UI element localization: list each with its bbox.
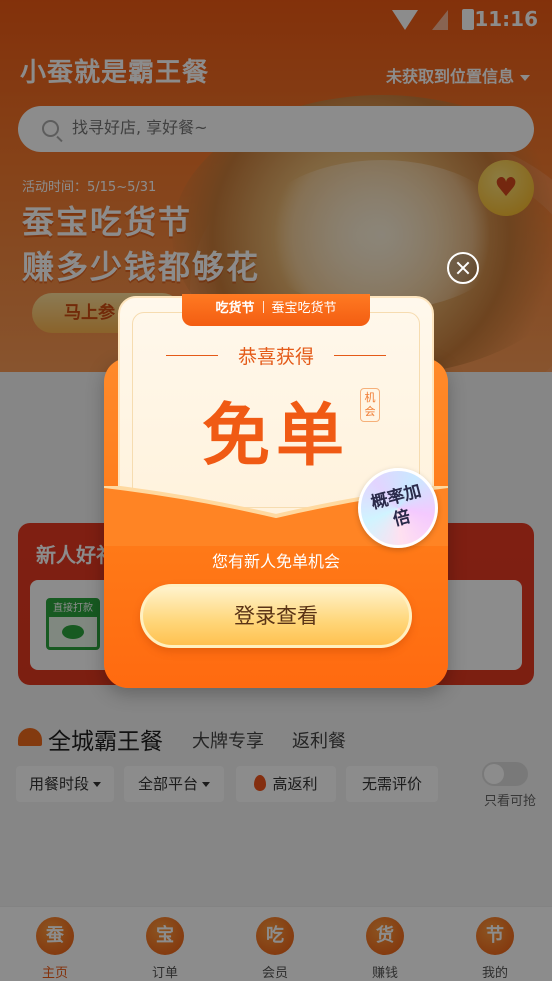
popup-brand-tag: 吃货节 蚕宝吃货节 xyxy=(182,294,370,326)
divider xyxy=(262,301,264,313)
popup-heading: 恭喜获得 xyxy=(237,346,314,368)
foodie-festival-logo: 吃货节 xyxy=(215,301,255,316)
popup-chance-tag: 机会 xyxy=(360,388,380,422)
close-icon[interactable] xyxy=(447,252,479,284)
popup-prize-text: 免单 xyxy=(201,397,350,476)
free-meal-popup: 吃货节 蚕宝吃货节 恭喜获得 免单 机会 您有新人免单机会 登录查看 概率加倍 xyxy=(104,294,448,688)
popup-description: 您有新人免单机会 xyxy=(211,552,340,571)
double-chance-badge: 概率加倍 xyxy=(358,468,438,548)
login-view-button[interactable]: 登录查看 xyxy=(140,584,412,648)
popup-brand-name: 蚕宝吃货节 xyxy=(271,301,337,316)
double-chance-label: 概率加倍 xyxy=(368,481,424,531)
